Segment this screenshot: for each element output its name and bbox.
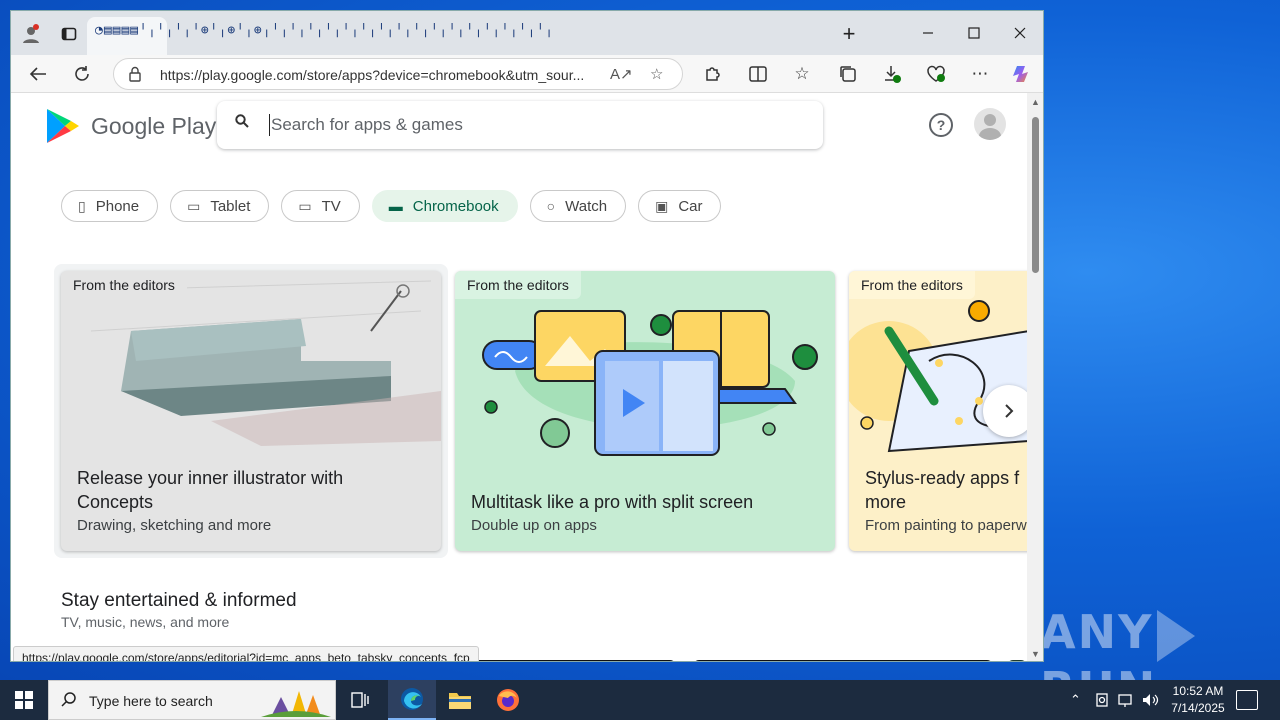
- chip-car[interactable]: ▣ Car: [638, 190, 722, 222]
- editorial-card-concepts[interactable]: From the editors Release your inner illu…: [61, 271, 441, 551]
- windows-logo-icon: [15, 691, 33, 709]
- taskbar-clock[interactable]: 10:52 AM 7/14/2025: [1160, 683, 1236, 717]
- tab-titles[interactable]: ◔▤▤▤▤╵╷╵╷╵╷╵⊕╵╷⊕╵╷⊕╷╵╷╵╷╵╷╵╷╵╷╵╷╵╷╵╷╵╷╵╷…: [95, 23, 825, 45]
- card-tag: From the editors: [61, 271, 187, 299]
- more-options-icon[interactable]: ⋯: [967, 62, 993, 86]
- taskbar-search[interactable]: Type here to search: [48, 680, 336, 720]
- tray-app-icon[interactable]: [1094, 680, 1110, 720]
- help-icon[interactable]: ?: [929, 113, 953, 137]
- collections-icon[interactable]: [835, 62, 861, 86]
- card-title-line1: Stylus-ready apps f: [865, 468, 1020, 488]
- chip-watch[interactable]: ○ Watch: [529, 190, 627, 222]
- scroll-thumb[interactable]: [1032, 117, 1039, 273]
- firefox-icon[interactable]: [484, 680, 532, 720]
- card-tag: From the editors: [849, 271, 975, 299]
- search-icon: [235, 114, 249, 133]
- address-bar[interactable]: https://play.google.com/store/apps?devic…: [113, 58, 683, 90]
- back-icon[interactable]: [25, 62, 51, 86]
- extensions-icon[interactable]: [699, 62, 725, 86]
- device-chips: ▯ Phone ▭ Tablet ▭ TV ▬ Chromebook ○ Watch ▣ C…: [61, 190, 722, 222]
- card-subtitle: Drawing, sketching and more: [77, 517, 272, 534]
- scroll-up-arrow-icon[interactable]: ▲: [1031, 97, 1040, 107]
- search-icon: [61, 691, 77, 712]
- clock-date: 7/14/2025: [1171, 701, 1225, 715]
- google-play-icon: [47, 109, 79, 143]
- taskbar: Type here to search ⌃ 10:52 AM 7/14/2025: [0, 680, 1280, 720]
- volume-icon[interactable]: [1141, 680, 1159, 720]
- split-screen-illustration: [482, 310, 818, 456]
- card-tag: From the editors: [455, 271, 581, 299]
- search-box[interactable]: Search for apps & games: [217, 101, 823, 149]
- browser-toolbar: https://play.google.com/store/apps?devic…: [11, 55, 1043, 93]
- car-icon: ▣: [655, 197, 669, 214]
- tv-icon: ▭: [298, 197, 312, 214]
- favorite-star-icon[interactable]: ☆: [650, 65, 663, 83]
- file-explorer-icon[interactable]: [436, 680, 484, 720]
- chevron-right-icon: [1005, 404, 1014, 418]
- lock-icon[interactable]: [128, 66, 142, 85]
- copilot-icon[interactable]: [1009, 62, 1035, 86]
- start-button[interactable]: [0, 680, 48, 720]
- card-title-line1: Release your inner illustrator with: [77, 468, 344, 488]
- taskbar-search-placeholder: Type here to search: [89, 693, 213, 709]
- google-play-logo[interactable]: Google Play: [45, 107, 216, 145]
- url-text[interactable]: https://play.google.com/store/apps?devic…: [160, 67, 600, 83]
- edge-taskbar-icon[interactable]: [388, 680, 436, 720]
- favorites-icon[interactable]: ☆: [789, 62, 815, 86]
- phone-icon: ▯: [78, 197, 86, 214]
- split-screen-icon[interactable]: [745, 62, 771, 86]
- section-subtitle: TV, music, news, and more: [61, 614, 230, 630]
- carousel-item-preview[interactable]: [693, 660, 993, 661]
- section-title: Stay entertained & informed: [61, 590, 297, 611]
- tab-actions-icon[interactable]: [57, 22, 81, 46]
- card-title-line2: more: [865, 492, 907, 512]
- chromebook-icon: ▬: [388, 198, 403, 214]
- browser-essentials-icon[interactable]: [923, 62, 949, 86]
- text-caret: [269, 114, 270, 136]
- chip-tablet[interactable]: ▭ Tablet: [170, 190, 270, 222]
- network-icon[interactable]: [1117, 680, 1135, 720]
- tray-chevron-icon[interactable]: ⌃: [1070, 680, 1081, 720]
- downloads-icon[interactable]: [879, 62, 905, 86]
- watch-icon: ○: [546, 198, 556, 214]
- maximize-button[interactable]: [951, 19, 997, 47]
- task-view-icon[interactable]: [336, 680, 384, 720]
- status-bar-url: https://play.google.com/store/apps/edito…: [13, 646, 479, 661]
- close-button[interactable]: [997, 19, 1043, 47]
- carousel-item-preview[interactable]: [1007, 660, 1027, 661]
- notification-center-icon[interactable]: [1236, 690, 1258, 710]
- page-content: Google Play Search for apps & games ? ▯ P…: [11, 93, 1027, 661]
- google-play-wordmark: Google Play: [91, 112, 217, 139]
- search-input[interactable]: Search for apps & games: [271, 115, 463, 135]
- new-tab-button[interactable]: +: [837, 21, 861, 46]
- anyrun-watermark: ANYRUN: [1040, 605, 1280, 680]
- chip-chromebook[interactable]: ▬ Chromebook: [371, 190, 518, 222]
- read-aloud-icon[interactable]: A↗: [610, 65, 633, 83]
- refresh-icon[interactable]: [69, 62, 95, 86]
- browser-window: ◔▤▤▤▤╵╷╵╷╵╷╵⊕╵╷⊕╵╷⊕╷╵╷╵╷╵╷╵╷╵╷╵╷╵╷╵╷╵╷╵╷…: [10, 10, 1044, 662]
- profile-icon[interactable]: [19, 22, 43, 46]
- tab-strip: ◔▤▤▤▤╵╷╵╷╵╷╵⊕╵╷⊕╵╷⊕╷╵╷╵╷╵╷╵╷╵╷╵╷╵╷╵╷╵╷╵╷…: [11, 11, 1043, 55]
- minimize-button[interactable]: [905, 19, 951, 47]
- account-avatar[interactable]: [974, 108, 1006, 140]
- tablet-icon: ▭: [187, 197, 201, 214]
- carousel-next-button[interactable]: [983, 385, 1027, 437]
- chip-phone[interactable]: ▯ Phone: [61, 190, 159, 222]
- page-scrollbar[interactable]: ▲ ▼: [1027, 93, 1043, 661]
- card-title: Multitask like a pro with split screen: [471, 492, 754, 512]
- editorial-card-split-screen[interactable]: From the editors Multitask like a pro wi…: [455, 271, 835, 551]
- chip-tv[interactable]: ▭ TV: [281, 190, 360, 222]
- scroll-down-arrow-icon[interactable]: ▼: [1031, 649, 1040, 659]
- clock-time: 10:52 AM: [1172, 684, 1224, 698]
- card-title-line2: Concepts: [77, 492, 154, 512]
- search-highlight-flowers-icon: [261, 691, 331, 717]
- card-subtitle: Double up on apps: [471, 517, 597, 534]
- carousel-item-preview[interactable]: [466, 660, 676, 661]
- card-subtitle: From painting to paperw: [865, 517, 1027, 534]
